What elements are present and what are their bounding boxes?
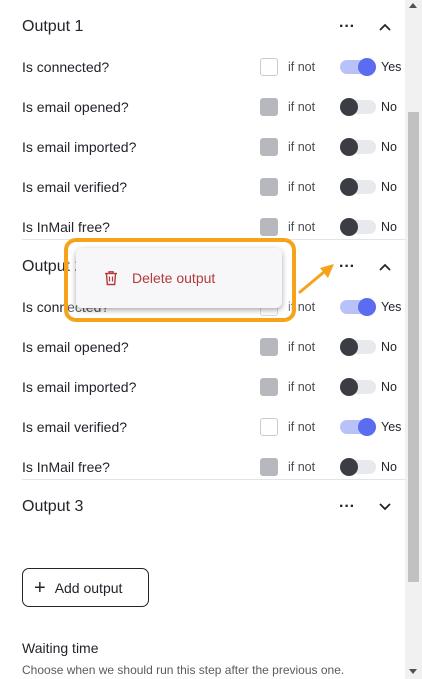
condition-row: Is InMail free? if not No [22, 452, 405, 482]
condition-checkbox[interactable] [260, 458, 278, 476]
condition-toggle[interactable] [340, 298, 376, 316]
condition-label: Is email imported? [22, 379, 137, 395]
condition-checkbox[interactable] [260, 338, 278, 356]
if-not-label: if not [288, 460, 316, 474]
condition-label: Is email verified? [22, 419, 128, 435]
if-not-label: if not [288, 140, 316, 154]
output-3-header[interactable]: Output 3 ··· [22, 492, 405, 522]
condition-toggle[interactable] [340, 418, 376, 436]
annotation-arrow-icon [298, 264, 334, 294]
output-title: Output 1 [22, 18, 84, 35]
scrollbar-thumb[interactable] [408, 112, 419, 582]
chevron-up-icon[interactable] [374, 256, 396, 278]
condition-checkbox[interactable] [260, 378, 278, 396]
if-not-label: if not [288, 220, 316, 234]
toggle-label: No [381, 460, 397, 474]
plus-icon: + [34, 576, 46, 599]
trash-icon [104, 270, 118, 286]
more-options-button[interactable]: ··· [336, 256, 358, 278]
waiting-time-title: Waiting time [22, 640, 99, 656]
condition-toggle[interactable] [340, 178, 376, 196]
condition-label: Is email verified? [22, 179, 128, 195]
condition-toggle[interactable] [340, 378, 376, 396]
condition-toggle[interactable] [340, 458, 376, 476]
if-not-label: if not [288, 420, 316, 434]
scroll-up-arrow-icon[interactable] [409, 3, 417, 8]
condition-checkbox[interactable] [260, 98, 278, 116]
toggle-label: No [381, 180, 397, 194]
if-not-label: if not [288, 340, 316, 354]
condition-row: Is email verified? if not Yes [22, 412, 405, 442]
if-not-label: if not [288, 380, 316, 394]
toggle-label: No [381, 380, 397, 394]
condition-label: Is email opened? [22, 339, 129, 355]
condition-checkbox[interactable] [260, 418, 278, 436]
condition-checkbox[interactable] [260, 218, 278, 236]
output-title: Output 3 [22, 498, 84, 515]
toggle-label: No [381, 220, 397, 234]
condition-label: Is InMail free? [22, 459, 110, 475]
scroll-down-arrow-icon[interactable] [409, 669, 417, 674]
condition-row: Is email imported? if not No [22, 132, 405, 162]
condition-checkbox[interactable] [260, 58, 278, 76]
add-output-label: Add output [54, 579, 123, 596]
delete-output-menu-item[interactable]: Delete output [76, 248, 282, 308]
condition-label: Is email opened? [22, 99, 129, 115]
output-1-header: Output 1 ··· [22, 12, 405, 42]
toggle-label: No [381, 140, 397, 154]
toggle-label: No [381, 340, 397, 354]
if-not-label: if not [288, 180, 316, 194]
chevron-up-icon[interactable] [374, 16, 396, 38]
condition-row: Is email opened? if not No [22, 332, 405, 362]
condition-label: Is InMail free? [22, 219, 110, 235]
if-not-label: if not [288, 60, 316, 74]
toggle-label: Yes [381, 300, 402, 314]
toggle-label: Yes [381, 60, 402, 74]
delete-output-label: Delete output [132, 270, 216, 286]
condition-toggle[interactable] [340, 138, 376, 156]
condition-toggle[interactable] [340, 58, 376, 76]
condition-toggle[interactable] [340, 218, 376, 236]
condition-checkbox[interactable] [260, 138, 278, 156]
condition-checkbox[interactable] [260, 178, 278, 196]
more-options-button[interactable]: ··· [336, 16, 358, 38]
scrollbar[interactable] [405, 0, 422, 679]
condition-toggle[interactable] [340, 98, 376, 116]
condition-row: Is email opened? if not No [22, 92, 405, 122]
toggle-label: Yes [381, 420, 402, 434]
if-not-label: if not [288, 100, 316, 114]
condition-row: Is email imported? if not No [22, 372, 405, 402]
condition-row: Is connected? if not Yes [22, 52, 405, 82]
outputs-panel: Output 1 ··· Is connected? if not Yes Is… [0, 0, 405, 679]
toggle-label: No [381, 100, 397, 114]
add-output-button[interactable]: + Add output [22, 568, 149, 607]
section-divider [22, 479, 405, 480]
condition-label: Is email imported? [22, 139, 137, 155]
waiting-time-description: Choose when we should run this step afte… [22, 663, 345, 677]
condition-toggle[interactable] [340, 338, 376, 356]
condition-label: Is connected? [22, 59, 110, 75]
more-options-button[interactable]: ··· [336, 496, 358, 518]
condition-row: Is email verified? if not No [22, 172, 405, 202]
chevron-down-icon[interactable] [374, 496, 396, 518]
